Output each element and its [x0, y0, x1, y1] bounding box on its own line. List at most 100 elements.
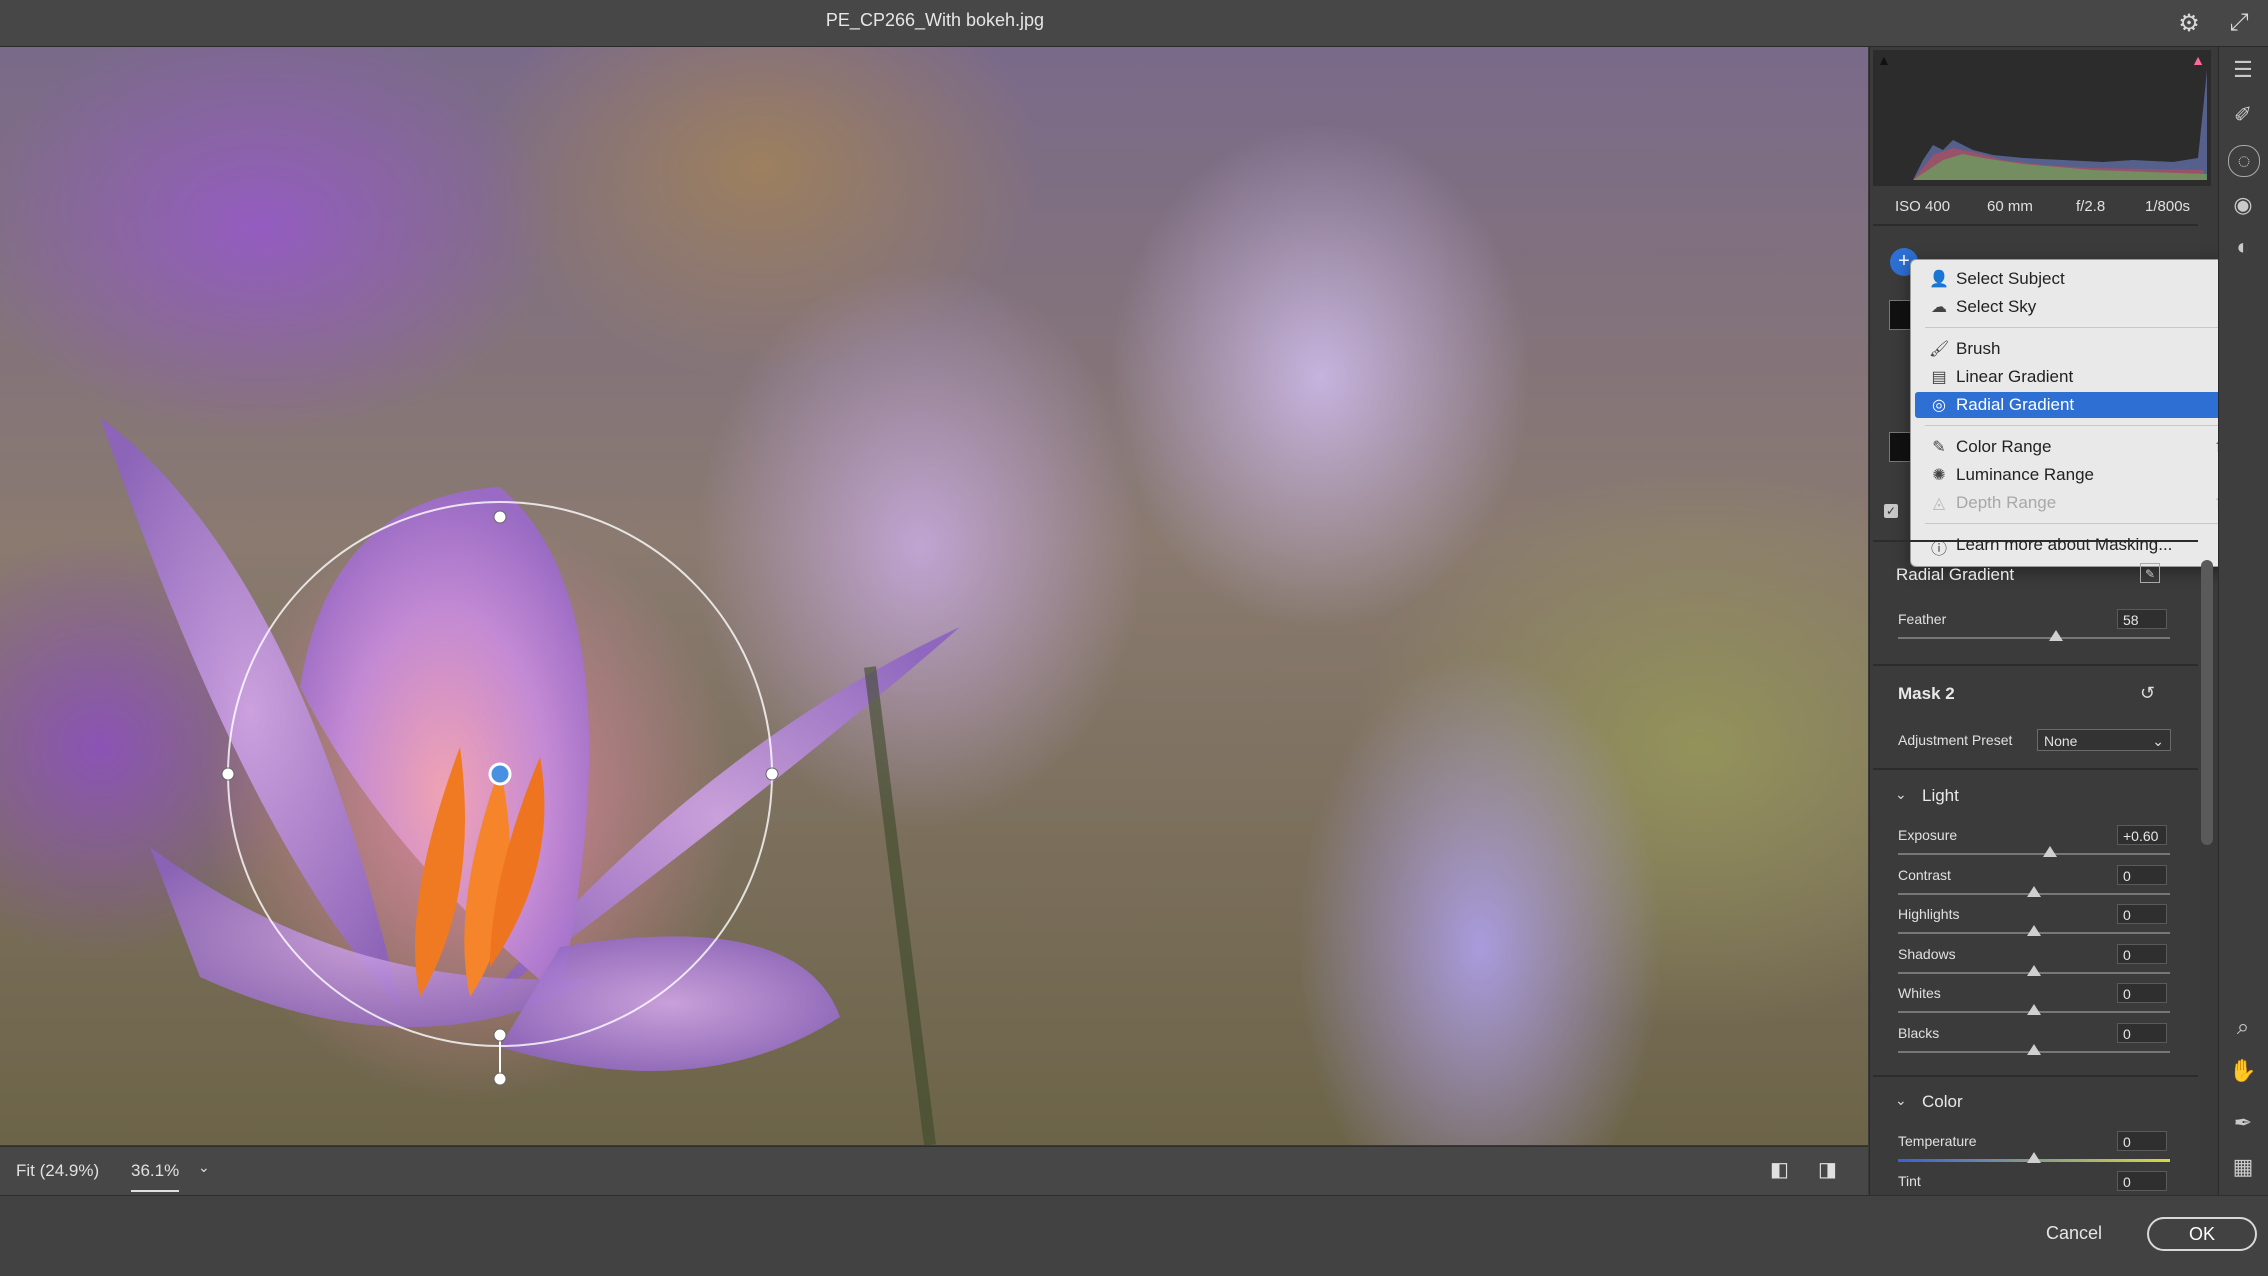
- contrast-slider-thumb[interactable]: [2027, 886, 2041, 897]
- histogram: ▲ ▲: [1873, 50, 2211, 186]
- menu-item-luminance-range[interactable]: ✺ Luminance Range ⇧L: [1915, 462, 2250, 488]
- feather-label: Feather: [1898, 611, 1946, 627]
- divider: [1873, 540, 2198, 542]
- menu-item-learn-more[interactable]: ⓘ Learn more about Masking...: [1915, 532, 2250, 558]
- expand-icon[interactable]: ⤢: [2222, 6, 2256, 40]
- blacks-label: Blacks: [1898, 1025, 1939, 1041]
- menu-item-depth-range: ◬ Depth Range ⇧D: [1915, 490, 2250, 516]
- help-icon: ⓘ: [1929, 535, 1949, 555]
- title-bar: PE_CP266_With bokeh.jpg ⚙ ⤢: [0, 0, 2268, 47]
- exposure-label: Exposure: [1898, 827, 1957, 843]
- brush-icon: 🖌: [1929, 339, 1949, 359]
- menu-item-select-sky[interactable]: ☁ Select Sky: [1915, 294, 2250, 320]
- chevron-down-icon[interactable]: ⌄: [1895, 786, 1907, 803]
- divider: [1873, 664, 2198, 666]
- temperature-label: Temperature: [1898, 1133, 1977, 1149]
- zoom-icon[interactable]: ⌕: [2228, 1012, 2258, 1042]
- overlay-checkbox[interactable]: ✓: [1884, 504, 1898, 518]
- menu-divider: [1925, 327, 2240, 328]
- temperature-value[interactable]: 0: [2117, 1131, 2167, 1151]
- masking-icon[interactable]: ◌: [2228, 145, 2260, 177]
- highlight-clipping-icon[interactable]: ▲: [2191, 52, 2205, 68]
- highlights-value[interactable]: 0: [2117, 904, 2167, 924]
- red-eye-icon[interactable]: ◉: [2228, 190, 2258, 220]
- current-zoom-button[interactable]: 36.1%: [131, 1161, 179, 1192]
- tint-value[interactable]: 0: [2117, 1171, 2167, 1191]
- reset-icon[interactable]: ↺: [2140, 683, 2155, 704]
- ok-button[interactable]: OK: [2147, 1217, 2257, 1251]
- chevron-down-icon: ⌄: [2152, 730, 2164, 752]
- flower-illustration: [0, 47, 1868, 1145]
- menu-item-select-subject[interactable]: 👤 Select Subject: [1915, 266, 2250, 292]
- shadows-slider-thumb[interactable]: [2027, 965, 2041, 976]
- exposure-slider-track[interactable]: [1898, 853, 2170, 855]
- shadows-value[interactable]: 0: [2117, 944, 2167, 964]
- zoom-bar: Fit (24.9%) 36.1% ⌄ ◧ ◨: [0, 1146, 1868, 1195]
- whites-label: Whites: [1898, 985, 1941, 1001]
- exposure-value[interactable]: +0.60: [2117, 825, 2167, 845]
- light-section-title[interactable]: Light: [1922, 786, 1959, 806]
- menu-divider: [1925, 523, 2240, 524]
- compare-view-icon[interactable]: ◨: [1818, 1157, 1837, 1182]
- whites-value[interactable]: 0: [2117, 983, 2167, 1003]
- image-canvas[interactable]: [0, 47, 1868, 1145]
- cancel-button[interactable]: Cancel: [2040, 1222, 2108, 1245]
- feather-value[interactable]: 58: [2117, 609, 2167, 629]
- exif-aperture: f/2.8: [2076, 198, 2105, 215]
- highlights-slider-thumb[interactable]: [2027, 925, 2041, 936]
- window-title: PE_CP266_With bokeh.jpg: [0, 10, 1870, 31]
- exif-focal-length: 60 mm: [1987, 198, 2033, 215]
- feather-slider-thumb[interactable]: [2049, 630, 2063, 641]
- color-range-icon: ✎: [1929, 437, 1949, 457]
- hand-icon[interactable]: ✋: [2228, 1056, 2258, 1086]
- temperature-slider-thumb[interactable]: [2027, 1152, 2041, 1163]
- chevron-down-icon[interactable]: ⌄: [1895, 1092, 1907, 1109]
- depth-range-icon: ◬: [1929, 493, 1949, 513]
- menu-item-radial-gradient[interactable]: ◎ Radial Gradient J: [1915, 392, 2250, 418]
- whites-slider-thumb[interactable]: [2027, 1004, 2041, 1015]
- menu-item-linear-gradient[interactable]: ▤ Linear Gradient G: [1915, 364, 2250, 390]
- menu-divider: [1925, 425, 2240, 426]
- healing-brush-icon[interactable]: ✐: [2228, 100, 2258, 130]
- adjustment-preset-select[interactable]: None ⌄: [2037, 729, 2171, 751]
- single-view-icon[interactable]: ◧: [1770, 1157, 1789, 1182]
- grid-icon[interactable]: ▦: [2228, 1152, 2258, 1182]
- chevron-down-icon[interactable]: ⌄: [198, 1159, 210, 1176]
- color-section-title[interactable]: Color: [1922, 1092, 1963, 1112]
- blacks-value[interactable]: 0: [2117, 1023, 2167, 1043]
- tint-label: Tint: [1898, 1173, 1921, 1189]
- divider: [1873, 1075, 2198, 1077]
- dialog-footer: Cancel OK: [0, 1195, 2268, 1276]
- menu-item-brush[interactable]: 🖌 Brush K: [1915, 336, 2250, 362]
- histogram-graph: [1873, 50, 2211, 186]
- feather-slider-track[interactable]: [1898, 637, 2170, 639]
- highlights-label: Highlights: [1898, 906, 1959, 922]
- radial-gradient-icon: ◎: [1929, 395, 1949, 415]
- gear-icon[interactable]: ⚙: [2172, 6, 2206, 40]
- radial-gradient-title: Radial Gradient: [1896, 565, 2014, 585]
- fit-zoom-button[interactable]: Fit (24.9%): [16, 1161, 99, 1181]
- contrast-value[interactable]: 0: [2117, 865, 2167, 885]
- blacks-slider-thumb[interactable]: [2027, 1044, 2041, 1055]
- edit-mask-icon[interactable]: ✎: [2140, 563, 2160, 583]
- person-icon: 👤: [1929, 269, 1949, 289]
- edit-sliders-icon[interactable]: ☰: [2228, 55, 2258, 85]
- shadow-clipping-icon[interactable]: ▲: [1877, 52, 1891, 68]
- create-mask-menu: 👤 Select Subject ☁ Select Sky 🖌 Brush K …: [1910, 259, 2255, 567]
- mask-name: Mask 2: [1898, 684, 1955, 704]
- exif-shutter: 1/800s: [2145, 198, 2190, 215]
- panel-scrollbar[interactable]: [2201, 560, 2213, 845]
- contrast-label: Contrast: [1898, 867, 1951, 883]
- menu-item-color-range[interactable]: ✎ Color Range ⇧C: [1915, 434, 2250, 460]
- adjustment-preset-label: Adjustment Preset: [1898, 732, 2012, 748]
- sampler-icon[interactable]: ✒: [2228, 1108, 2258, 1138]
- exposure-slider-thumb[interactable]: [2043, 846, 2057, 857]
- divider: [1873, 224, 2198, 226]
- luminance-range-icon: ✺: [1929, 465, 1949, 485]
- sky-icon: ☁: [1929, 297, 1949, 317]
- shadows-label: Shadows: [1898, 946, 1956, 962]
- exif-iso: ISO 400: [1895, 198, 1950, 215]
- linear-gradient-icon: ▤: [1929, 367, 1949, 387]
- divider: [1873, 768, 2198, 770]
- presets-icon[interactable]: ◐: [2228, 232, 2258, 262]
